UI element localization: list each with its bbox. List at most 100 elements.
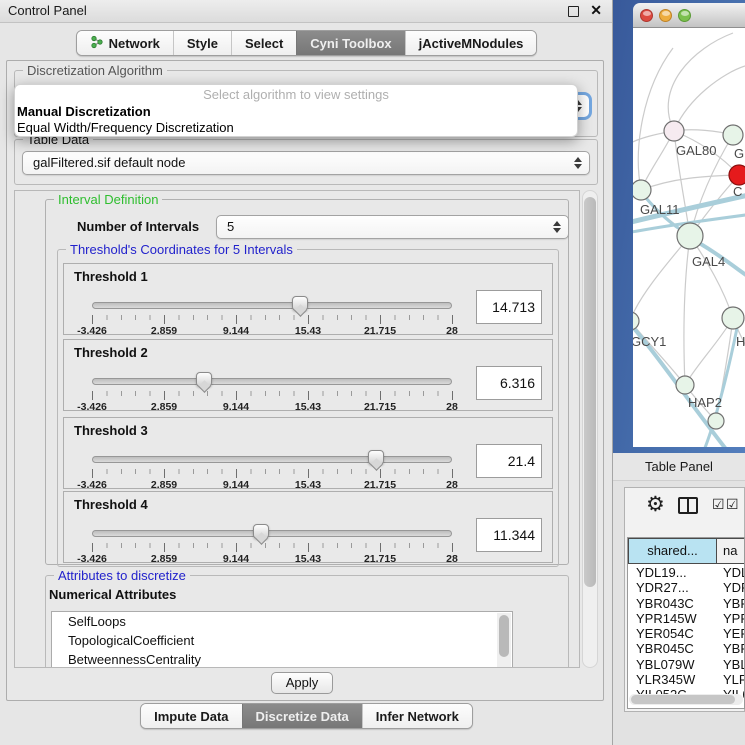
dropdown-option-manual-discretization[interactable]: Manual Discretization [17, 104, 151, 119]
cytoscape-desktop: Control Panel ✕ NetworkStyleSelectCyni T… [0, 0, 745, 745]
column-header-shared-name[interactable]: shared... [628, 538, 717, 564]
node-clipped-top-right[interactable] [723, 125, 743, 145]
tab-impute-data[interactable]: Impute Data [141, 704, 241, 728]
tab-discretize-data[interactable]: Discretize Data [242, 704, 362, 728]
minimize-traffic-light[interactable] [659, 9, 672, 22]
scale-label: 9.144 [223, 325, 249, 337]
table-row[interactable]: YDR27... YDR2 [628, 580, 745, 595]
threshold-value-field[interactable]: 6.316 [476, 366, 542, 400]
tab-infer-network[interactable]: Infer Network [362, 704, 472, 728]
close-icon[interactable]: ✕ [590, 2, 602, 19]
tab-style[interactable]: Style [173, 31, 231, 55]
attribute-item[interactable]: SelfLoops [52, 612, 512, 631]
threshold-slider[interactable]: -3.4262.8599.14415.4321.71528 [92, 302, 452, 332]
slider-thumb[interactable] [253, 524, 269, 539]
checkbox-icon[interactable]: ☑ [726, 496, 739, 513]
node-gal4[interactable] [677, 223, 703, 249]
table-row[interactable]: YBL079WYBL0 [628, 657, 745, 672]
cell-shared-name: YPR145W [636, 611, 697, 626]
scale-label: 9.144 [223, 401, 249, 413]
gear-icon[interactable]: ⚙ [646, 492, 665, 517]
number-of-intervals-value: 5 [227, 216, 234, 238]
close-traffic-light[interactable] [640, 9, 653, 22]
node-label: GCY1 [633, 334, 666, 349]
scale-label: 21.715 [364, 553, 396, 565]
tab-cyni-toolbox[interactable]: Cyni Toolbox [296, 31, 404, 55]
network-nodes[interactable] [633, 121, 745, 429]
node-bottom[interactable] [708, 413, 724, 429]
cell-shared-name: YER054C [636, 626, 694, 641]
table-row[interactable]: YDL19...YDL1 [628, 565, 745, 580]
numerical-attributes-heading: Numerical Attributes [49, 587, 176, 602]
bottom-tab-group: Impute DataDiscretize DataInfer Network [140, 703, 473, 729]
network-canvas[interactable]: GAL80GGAL11CGAL4GCY1HHAP2 [633, 28, 745, 447]
combo-arrows-icon [574, 157, 582, 169]
column-layout-icon[interactable] [678, 497, 698, 514]
scale-label: 21.715 [364, 479, 396, 491]
threshold-value-field[interactable]: 14.713 [476, 290, 542, 324]
scrollbar-thumb[interactable] [584, 197, 596, 587]
cell-name: YBR0 [723, 641, 745, 656]
table-row[interactable]: YBR045CYBR0 [628, 641, 745, 656]
table-row[interactable]: YPR145WYPR1 [628, 611, 745, 626]
threshold-value-field[interactable]: 21.4 [476, 444, 542, 478]
slider-thumb[interactable] [292, 296, 308, 311]
table-panel-titlebar: Table Panel [613, 453, 745, 481]
zoom-traffic-light[interactable] [678, 9, 691, 22]
cell-shared-name: YDR27... [636, 580, 689, 595]
number-of-intervals-label: Number of Intervals [77, 219, 199, 234]
slider-track[interactable] [92, 302, 452, 309]
table-row[interactable]: YBR043CYBR0 [628, 596, 745, 611]
dropdown-option-equal-width-frequency[interactable]: Equal Width/Frequency Discretization [17, 120, 234, 135]
checkbox-icon[interactable]: ☑ [712, 496, 725, 513]
cell-name: YDR2 [723, 580, 745, 595]
threshold-label: Threshold 2 [74, 345, 148, 360]
threshold-slider[interactable]: -3.4262.8599.14415.4321.71528 [92, 378, 452, 408]
node-right[interactable] [722, 307, 744, 329]
numerical-attributes-list[interactable]: SelfLoopsTopologicalCoefficientBetweenne… [51, 611, 513, 668]
cell-shared-name: YBL079W [636, 657, 695, 672]
node-gal80[interactable] [664, 121, 684, 141]
node-gal11[interactable] [633, 180, 651, 200]
table-horizontal-scrollbar[interactable] [629, 694, 743, 705]
network-window-titlebar[interactable] [633, 3, 745, 28]
table-data-combobox[interactable]: galFiltered.sif default node [22, 151, 590, 175]
slider-track[interactable] [92, 378, 452, 385]
attributes-scrollbar[interactable] [497, 613, 511, 668]
table-row[interactable]: YLR345WYLR3 [628, 672, 745, 687]
node-label: C [733, 184, 742, 199]
scale-label: -3.426 [77, 479, 107, 491]
slider-thumb[interactable] [196, 372, 212, 387]
threshold-value-field[interactable]: 11.344 [476, 518, 542, 552]
scrollbar-thumb[interactable] [631, 695, 735, 704]
attribute-item[interactable]: TopologicalCoefficient [52, 631, 512, 650]
threshold-slider[interactable]: -3.4262.8599.14415.4321.71528 [92, 456, 452, 486]
tab-network[interactable]: Network [77, 31, 173, 55]
combo-arrows-icon [553, 221, 561, 233]
cell-shared-name: YBR043C [636, 596, 694, 611]
control-panel: Control Panel ✕ NetworkStyleSelectCyni T… [0, 0, 613, 745]
slider-track[interactable] [92, 530, 452, 537]
node-gcy1[interactable] [633, 312, 639, 330]
panel-title: Control Panel [8, 3, 87, 18]
scrollbar-thumb[interactable] [499, 615, 509, 657]
settings-vertical-scrollbar[interactable] [582, 190, 598, 668]
float-panel-icon[interactable] [568, 6, 579, 17]
node-label: HAP2 [688, 395, 722, 410]
tab-jactivemnodules[interactable]: jActiveMNodules [405, 31, 537, 55]
tab-select[interactable]: Select [231, 31, 296, 55]
table-row[interactable]: YER054CYER0 [628, 626, 745, 641]
slider-major-ticks [92, 469, 452, 478]
attribute-item[interactable]: BetweennessCentrality [52, 650, 512, 668]
slider-track[interactable] [92, 456, 452, 463]
apply-button[interactable]: Apply [271, 672, 333, 694]
node-hap2[interactable] [676, 376, 694, 394]
number-of-intervals-combobox[interactable]: 5 [216, 215, 569, 239]
node-selected-red[interactable] [729, 165, 745, 185]
column-header-name[interactable]: na [717, 538, 745, 564]
node-attribute-table: shared... na YDL19...YDL1YDR27...YDR2YBR… [627, 537, 745, 709]
slider-thumb[interactable] [368, 450, 384, 465]
tab-label: jActiveMNodules [419, 36, 524, 51]
threshold-slider[interactable]: -3.4262.8599.14415.4321.71528 [92, 530, 452, 560]
scale-label: 28 [446, 401, 458, 413]
